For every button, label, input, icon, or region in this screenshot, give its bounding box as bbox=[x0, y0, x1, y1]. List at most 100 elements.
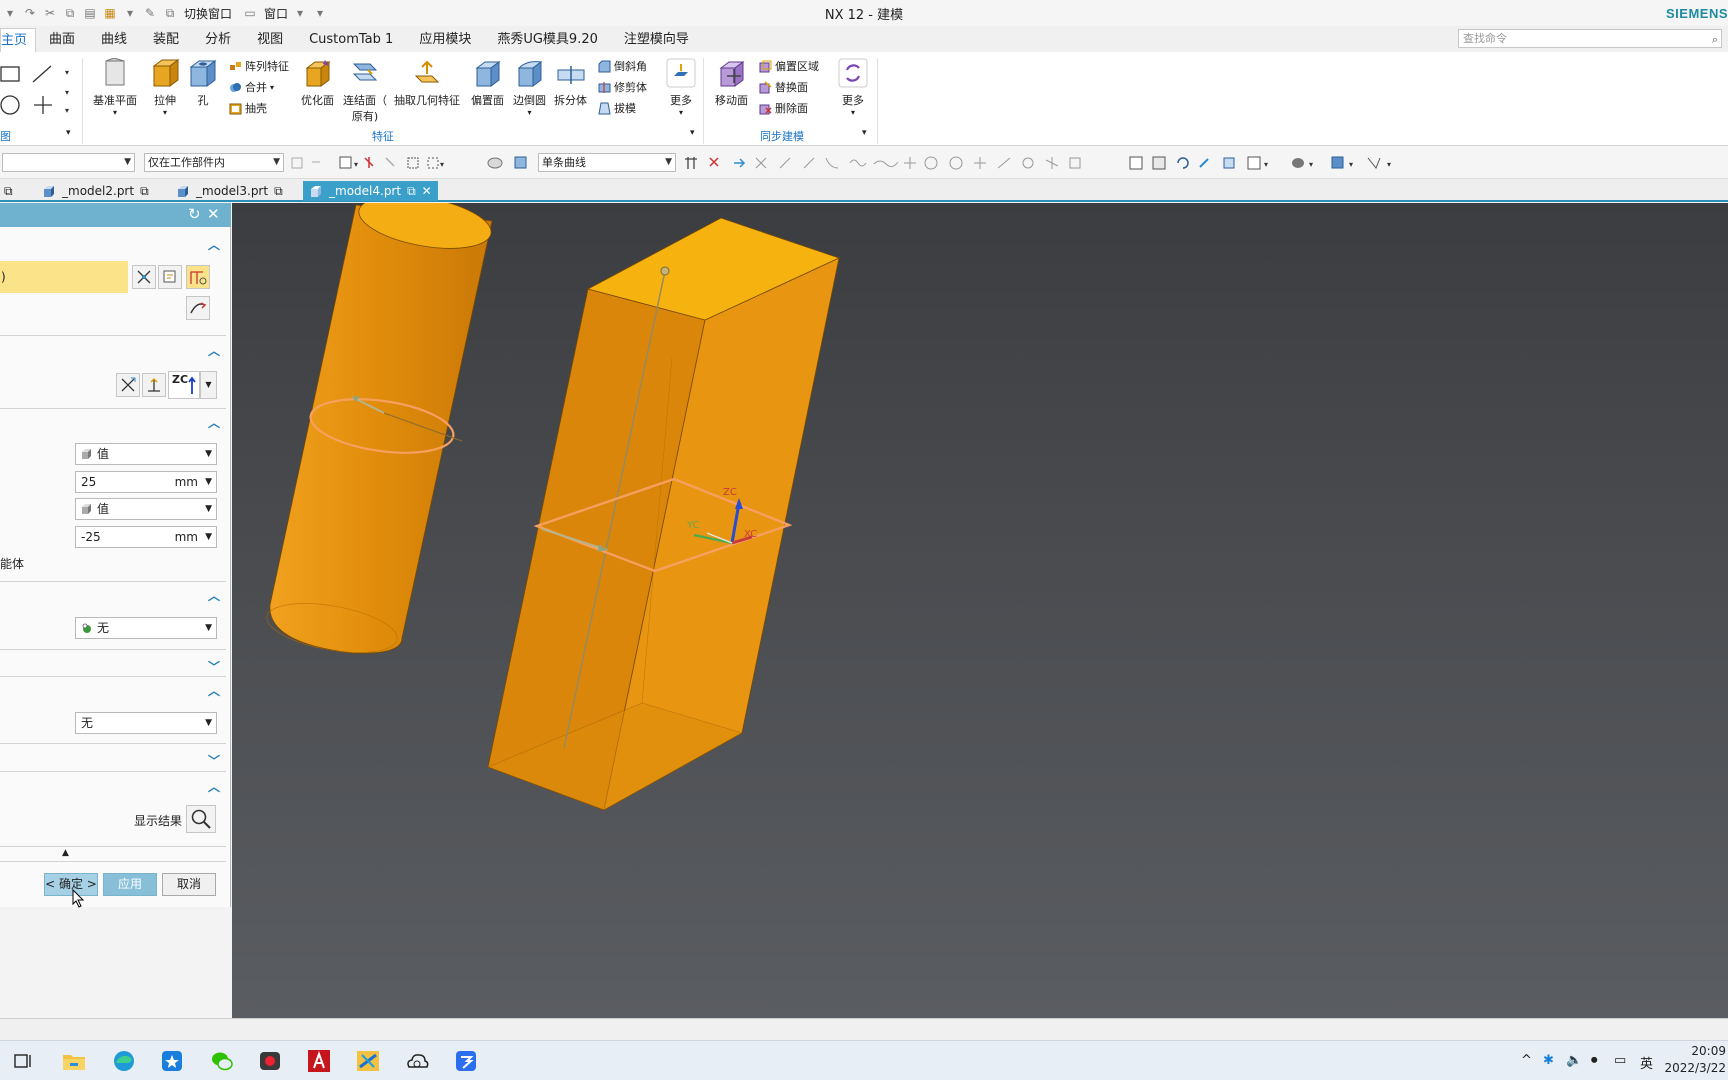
file-explorer-icon[interactable] bbox=[60, 1047, 88, 1075]
nx-app-icon[interactable] bbox=[354, 1047, 382, 1075]
cut-icon[interactable]: ✂ bbox=[42, 5, 58, 21]
doc-tab-overflow[interactable]: ⧉ bbox=[4, 181, 13, 201]
doc-tab-model2[interactable]: _model2.prt ⧉ bbox=[42, 181, 149, 201]
boolean-select[interactable]: 无 ▼ bbox=[75, 617, 217, 639]
sketch-group-dropdown[interactable]: ▾ bbox=[66, 128, 71, 138]
extrude-button[interactable]: 拉伸 ▾ bbox=[150, 58, 180, 117]
section-collapse-chevron-icon[interactable]: ︿ bbox=[208, 236, 220, 253]
task-view-icon[interactable] bbox=[10, 1047, 38, 1075]
show-result-button[interactable] bbox=[186, 805, 216, 833]
wechat-icon[interactable] bbox=[208, 1047, 236, 1075]
draft-button[interactable]: 拔模 bbox=[598, 100, 636, 116]
block-body[interactable]: ZC YC XC bbox=[422, 217, 841, 811]
doc-tab-options-icon[interactable]: ⧉ bbox=[274, 184, 283, 199]
menu-arrow-icon[interactable]: ▾ bbox=[2, 5, 18, 21]
customize-qa-icon[interactable]: ▾ bbox=[312, 5, 328, 21]
settings-expand-chevron-icon[interactable]: ﹀ bbox=[208, 752, 220, 769]
network-icon[interactable]: ▭ bbox=[1614, 1053, 1626, 1068]
tab-view[interactable]: 视图 bbox=[244, 28, 296, 52]
search-icon[interactable]: ⌕ bbox=[1712, 31, 1718, 48]
window-icon[interactable]: ▭ bbox=[242, 5, 258, 21]
tab-analysis[interactable]: 分析 bbox=[192, 28, 244, 52]
volume-icon[interactable]: 🔈 bbox=[1566, 1053, 1582, 1068]
sketch-section-button[interactable] bbox=[158, 265, 182, 289]
microphone-icon[interactable]: ⏺ bbox=[1591, 1053, 1598, 1068]
doc-tab-options-icon[interactable]: ⧉ bbox=[407, 184, 416, 199]
sketch-tools[interactable]: ▾ ▾ ▾ bbox=[0, 60, 72, 130]
switch-window-button[interactable]: 切换窗口 bbox=[184, 5, 232, 22]
draft-select[interactable]: 无 ▼ bbox=[75, 712, 217, 734]
tab-home[interactable]: 主页 bbox=[0, 28, 37, 52]
tray-overflow-icon[interactable]: ^ bbox=[1521, 1053, 1532, 1068]
draft-collapse-chevron-icon[interactable]: ︿ bbox=[208, 682, 220, 699]
app-star-icon[interactable] bbox=[158, 1047, 186, 1075]
select-curve-row[interactable]: ) bbox=[0, 261, 128, 293]
optimize-face-button[interactable]: 优化面 bbox=[301, 58, 334, 108]
cylinder-body[interactable] bbox=[263, 203, 495, 661]
graphics-viewport[interactable]: ZC YC XC bbox=[232, 203, 1728, 1018]
curve-selection-button[interactable] bbox=[132, 265, 156, 289]
split-body-button[interactable]: 拆分体 bbox=[554, 58, 587, 108]
start-distance-input[interactable]: 25 mm ▼ bbox=[75, 471, 217, 493]
apply-button[interactable]: 应用 bbox=[103, 873, 157, 896]
command-search-input[interactable]: 查找命令 ⌕ bbox=[1458, 29, 1722, 48]
end-distance-input[interactable]: -25 mm ▼ bbox=[75, 526, 217, 548]
ime-indicator[interactable]: 英 bbox=[1640, 1053, 1653, 1072]
unite-button[interactable]: 合并 ▾ bbox=[229, 79, 274, 95]
screen-recorder-icon[interactable] bbox=[256, 1047, 284, 1075]
window-dropdown-icon[interactable]: ▾ bbox=[292, 5, 308, 21]
edge-blend-button[interactable]: 边倒圆 ▾ bbox=[513, 58, 546, 117]
datum-plane-button[interactable]: 基准平面 ▾ bbox=[93, 58, 137, 117]
snap-point-icons[interactable]: ▾ ▾ ▾ ▾ bbox=[684, 154, 1394, 172]
end-type-select[interactable]: 值 ▼ bbox=[75, 498, 217, 520]
edge-browser-icon[interactable] bbox=[110, 1047, 138, 1075]
tab-curve[interactable]: 曲线 bbox=[88, 28, 140, 52]
autocad-icon[interactable] bbox=[305, 1047, 333, 1075]
direction-collapse-chevron-icon[interactable]: ︿ bbox=[208, 342, 220, 359]
curve-button[interactable] bbox=[186, 265, 210, 289]
boolean-collapse-chevron-icon[interactable]: ︿ bbox=[208, 587, 220, 604]
feature-group-dropdown[interactable]: ▾ bbox=[690, 128, 695, 138]
reverse-direction-button[interactable] bbox=[186, 296, 210, 320]
tab-customtab1[interactable]: CustomTab 1 bbox=[296, 28, 406, 52]
paste-icon[interactable]: ▤ bbox=[82, 5, 98, 21]
replace-face-button[interactable]: 替换面 bbox=[759, 79, 808, 95]
tab-yanxiu-mold[interactable]: 燕秀UG模具9.20 bbox=[484, 28, 611, 52]
offset-face-button[interactable]: 偏置面 bbox=[471, 58, 504, 108]
sync-group-dropdown[interactable]: ▾ bbox=[862, 128, 867, 138]
tab-assembly[interactable]: 装配 bbox=[140, 28, 192, 52]
direction-selection-button[interactable] bbox=[116, 373, 140, 397]
type-filter-select[interactable]: ▼ bbox=[2, 153, 135, 172]
offset-expand-chevron-icon[interactable]: ﹀ bbox=[208, 658, 220, 675]
curve-rule-select[interactable]: 单条曲线 ▼ bbox=[538, 153, 676, 172]
limits-collapse-chevron-icon[interactable]: ︿ bbox=[208, 414, 220, 431]
cloud-app-icon[interactable] bbox=[403, 1047, 431, 1075]
dropdown-icon[interactable]: ▾ bbox=[122, 5, 138, 21]
collapse-dialog-arrow-icon[interactable]: ▲ bbox=[62, 848, 69, 858]
doc-tab-options-icon[interactable]: ⧉ bbox=[140, 184, 149, 199]
zc-vector-select[interactable]: ZC bbox=[168, 371, 200, 399]
copy-icon[interactable]: ⧉ bbox=[62, 5, 78, 21]
tab-applications[interactable]: 应用模块 bbox=[406, 28, 484, 52]
cancel-button[interactable]: 取消 bbox=[162, 873, 216, 896]
command-finder-icon[interactable]: ▦ bbox=[102, 5, 118, 21]
switch-window-icon[interactable]: ⧉ bbox=[162, 5, 178, 21]
extract-geometry-button[interactable]: 抽取几何特征 bbox=[394, 58, 460, 108]
pattern-feature-button[interactable]: 阵列特征 bbox=[229, 58, 289, 74]
delete-face-button[interactable]: 删除面 bbox=[759, 100, 808, 116]
close-tab-icon[interactable]: ✕ bbox=[422, 184, 432, 198]
scope-filter-select[interactable]: 仅在工作部件内 ▼ bbox=[144, 153, 284, 172]
trim-body-button[interactable]: 修剪体 bbox=[598, 79, 647, 95]
vector-options-dropdown[interactable]: ▼ bbox=[200, 371, 217, 399]
dingtalk-icon[interactable] bbox=[452, 1047, 480, 1075]
chain-face-button[interactable]: 连结面（ 原有) bbox=[343, 58, 387, 124]
tab-surface[interactable]: 曲面 bbox=[36, 28, 88, 52]
move-face-button[interactable]: 移动面 bbox=[715, 58, 748, 108]
tray-app-icon[interactable]: ✱ bbox=[1543, 1053, 1554, 1068]
hole-button[interactable]: 孔 bbox=[188, 58, 218, 108]
doc-tab-model4[interactable]: _model4.prt ⧉ ✕ bbox=[303, 181, 438, 201]
sync-more-button[interactable]: 更多 ▾ bbox=[838, 58, 868, 117]
vector-dialog-button[interactable] bbox=[142, 373, 166, 397]
chamfer-button[interactable]: 倒斜角 bbox=[598, 58, 647, 74]
shell-button[interactable]: 抽壳 bbox=[229, 100, 267, 116]
